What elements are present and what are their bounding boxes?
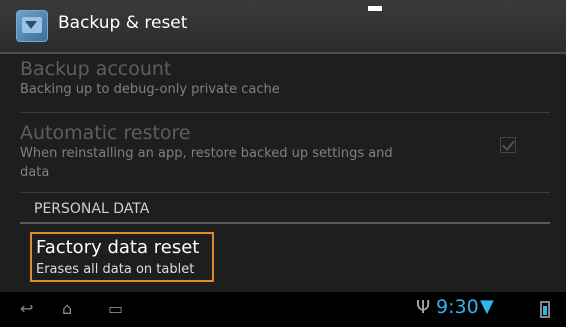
automatic-restore-title: Automatic restore bbox=[20, 122, 191, 144]
usb-icon: Ψ bbox=[416, 297, 431, 318]
home-icon[interactable]: ⌂ bbox=[62, 299, 72, 318]
battery-level bbox=[543, 306, 547, 315]
divider bbox=[20, 112, 550, 113]
automatic-restore-summary-line1: When reinstalling an app, restore backed… bbox=[20, 146, 393, 161]
status-time: 9:30 bbox=[436, 296, 479, 318]
wifi-icon: ▼ bbox=[480, 296, 494, 317]
factory-data-reset-summary: Erases all data on tablet bbox=[36, 262, 195, 277]
backup-icon-arrow bbox=[25, 21, 37, 29]
checkmark-icon bbox=[501, 137, 516, 151]
factory-data-reset-item[interactable]: Factory data reset Erases all data on ta… bbox=[30, 232, 214, 282]
backup-account-summary: Backing up to debug-only private cache bbox=[20, 82, 280, 97]
page-title: Backup & reset bbox=[58, 13, 188, 33]
backup-account-title: Backup account bbox=[20, 58, 172, 80]
section-divider bbox=[20, 222, 550, 224]
automatic-restore-checkbox bbox=[500, 137, 516, 153]
back-icon[interactable]: ↩ bbox=[20, 299, 33, 318]
overflow-marker bbox=[368, 6, 382, 11]
automatic-restore-summary-line2: data bbox=[20, 165, 50, 180]
action-bar: Backup & reset bbox=[0, 0, 566, 54]
section-header-personal-data: PERSONAL DATA bbox=[34, 201, 150, 217]
factory-data-reset-title: Factory data reset bbox=[36, 237, 200, 258]
backup-icon[interactable] bbox=[16, 10, 48, 42]
automatic-restore-item: Automatic restore When reinstalling an a… bbox=[20, 122, 550, 182]
battery-icon bbox=[540, 301, 550, 318]
recent-apps-icon[interactable]: ▭ bbox=[108, 299, 123, 318]
divider bbox=[20, 192, 550, 193]
backup-account-item: Backup account Backing up to debug-only … bbox=[20, 58, 550, 99]
system-bar: ↩ ⌂ ▭ Ψ 9:30 ▼ bbox=[0, 292, 566, 327]
